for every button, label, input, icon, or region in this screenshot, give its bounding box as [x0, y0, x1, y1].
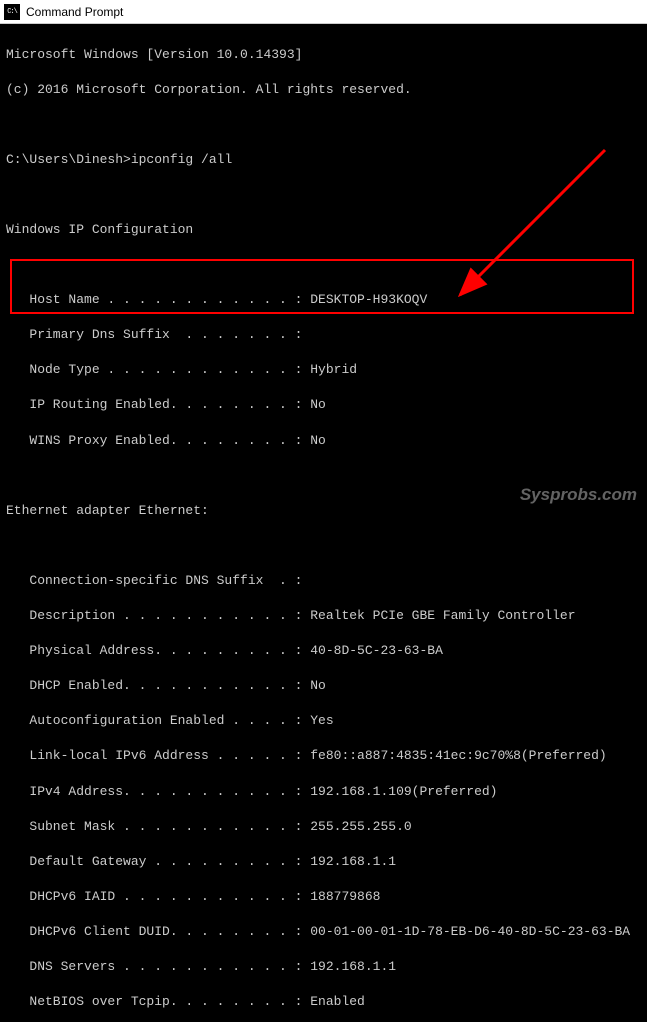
blank-line	[6, 256, 641, 274]
config-row: Physical Address. . . . . . . . . : 40-8…	[6, 642, 641, 660]
prompt-path: C:\Users\Dinesh>	[6, 152, 131, 167]
blank-line	[6, 116, 641, 134]
config-row: Connection-specific DNS Suffix . :	[6, 572, 641, 590]
blank-line	[6, 537, 641, 555]
config-label: Description . . . . . . . . . . . :	[6, 608, 310, 623]
config-value: 192.168.1.1	[310, 854, 396, 869]
config-label: Connection-specific DNS Suffix . :	[6, 573, 302, 588]
config-label: Physical Address. . . . . . . . . :	[6, 643, 310, 658]
config-value: DESKTOP-H93KOQV	[310, 292, 427, 307]
config-value: Realtek PCIe GBE Family Controller	[310, 608, 575, 623]
cmd-icon	[4, 4, 20, 20]
prompt-line: C:\Users\Dinesh>ipconfig /all	[6, 151, 641, 169]
config-label: DHCPv6 IAID . . . . . . . . . . . :	[6, 889, 310, 904]
config-value: No	[310, 433, 326, 448]
config-row: Node Type . . . . . . . . . . . . : Hybr…	[6, 361, 641, 379]
config-label: Host Name . . . . . . . . . . . . :	[6, 292, 310, 307]
config-value: 40-8D-5C-23-63-BA	[310, 643, 443, 658]
config-label: Node Type . . . . . . . . . . . . :	[6, 362, 310, 377]
config-value: No	[310, 397, 326, 412]
config-value: 192.168.1.109(Preferred)	[310, 784, 497, 799]
config-value: 255.255.255.0	[310, 819, 411, 834]
config-label: WINS Proxy Enabled. . . . . . . . :	[6, 433, 310, 448]
config-value: 192.168.1.1	[310, 959, 396, 974]
terminal-output[interactable]: Microsoft Windows [Version 10.0.14393] (…	[0, 24, 647, 1022]
config-row: DNS Servers . . . . . . . . . . . : 192.…	[6, 958, 641, 976]
config-row: DHCPv6 IAID . . . . . . . . . . . : 1887…	[6, 888, 641, 906]
config-label: Subnet Mask . . . . . . . . . . . :	[6, 819, 310, 834]
watermark-text: Sysprobs.com	[520, 485, 637, 505]
config-label: IP Routing Enabled. . . . . . . . :	[6, 397, 310, 412]
config-label: Default Gateway . . . . . . . . . :	[6, 854, 310, 869]
config-row: DHCPv6 Client DUID. . . . . . . . : 00-0…	[6, 923, 641, 941]
prompt-command: ipconfig /all	[131, 152, 232, 167]
config-value: Enabled	[310, 994, 365, 1009]
config-row: IPv4 Address. . . . . . . . . . . : 192.…	[6, 783, 641, 801]
config-row: NetBIOS over Tcpip. . . . . . . . : Enab…	[6, 993, 641, 1011]
banner-line: (c) 2016 Microsoft Corporation. All righ…	[6, 81, 641, 99]
config-row: Default Gateway . . . . . . . . . : 192.…	[6, 853, 641, 871]
config-row: Subnet Mask . . . . . . . . . . . : 255.…	[6, 818, 641, 836]
config-row: Link-local IPv6 Address . . . . . : fe80…	[6, 747, 641, 765]
config-label: IPv4 Address. . . . . . . . . . . :	[6, 784, 310, 799]
window-titlebar[interactable]: Command Prompt	[0, 0, 647, 24]
config-row: IP Routing Enabled. . . . . . . . : No	[6, 396, 641, 414]
config-value: Hybrid	[310, 362, 357, 377]
config-row: DHCP Enabled. . . . . . . . . . . : No	[6, 677, 641, 695]
blank-line	[6, 467, 641, 485]
config-value: 00-01-00-01-1D-78-EB-D6-40-8D-5C-23-63-B…	[310, 924, 630, 939]
banner-line: Microsoft Windows [Version 10.0.14393]	[6, 46, 641, 64]
config-row: Description . . . . . . . . . . . : Real…	[6, 607, 641, 625]
config-row: Host Name . . . . . . . . . . . . : DESK…	[6, 291, 641, 309]
config-row: Autoconfiguration Enabled . . . . : Yes	[6, 712, 641, 730]
window-title: Command Prompt	[26, 5, 123, 19]
config-label: DNS Servers . . . . . . . . . . . :	[6, 959, 310, 974]
config-label: Link-local IPv6 Address . . . . . :	[6, 748, 310, 763]
config-label: NetBIOS over Tcpip. . . . . . . . :	[6, 994, 310, 1009]
section-header: Windows IP Configuration	[6, 221, 641, 239]
config-label: Primary Dns Suffix . . . . . . . :	[6, 327, 302, 342]
config-label: Autoconfiguration Enabled . . . . :	[6, 713, 310, 728]
config-row: Primary Dns Suffix . . . . . . . :	[6, 326, 641, 344]
blank-line	[6, 186, 641, 204]
config-value: No	[310, 678, 326, 693]
config-row: WINS Proxy Enabled. . . . . . . . : No	[6, 432, 641, 450]
config-label: DHCPv6 Client DUID. . . . . . . . :	[6, 924, 310, 939]
config-label: DHCP Enabled. . . . . . . . . . . :	[6, 678, 310, 693]
config-value: Yes	[310, 713, 333, 728]
config-value: 188779868	[310, 889, 380, 904]
config-value: fe80::a887:4835:41ec:9c70%8(Preferred)	[310, 748, 606, 763]
